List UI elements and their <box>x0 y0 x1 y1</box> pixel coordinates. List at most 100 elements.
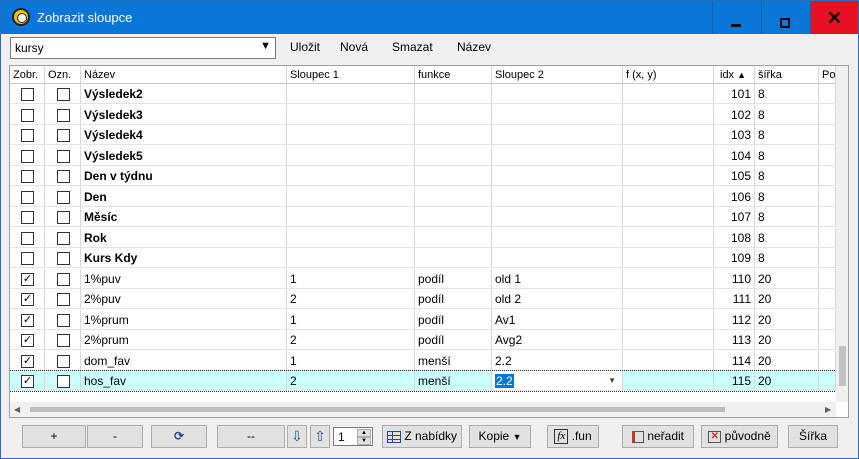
cell-sirka[interactable]: 8 <box>755 166 819 186</box>
cell-idx[interactable]: 112 <box>714 309 755 330</box>
cell-idx[interactable]: 109 <box>714 248 755 268</box>
header-idx[interactable]: idx ▲ <box>714 66 755 84</box>
table-row[interactable]: Měsíc 107 8 <box>10 207 836 227</box>
cell-nazev[interactable]: 2%puv <box>81 289 287 309</box>
cell-s2[interactable] <box>492 145 623 166</box>
stepper-up-icon[interactable]: ▲ <box>357 429 371 437</box>
cell-nazev[interactable]: Měsíc <box>81 207 287 227</box>
cell-zobr[interactable] <box>10 207 45 227</box>
cell-po[interactable] <box>819 330 836 350</box>
minimize-button[interactable] <box>712 1 758 34</box>
header-funkce[interactable]: funkce <box>415 66 492 84</box>
cell-zobr[interactable]: ✓ <box>10 268 45 289</box>
cell-s2[interactable]: Av1 <box>492 309 623 330</box>
cell-fn[interactable]: podíl <box>415 330 492 350</box>
header-sirka[interactable]: šířka <box>755 66 819 84</box>
cell-ozn[interactable] <box>45 145 81 166</box>
cell-po[interactable] <box>819 309 836 330</box>
cell-s1[interactable] <box>287 227 415 248</box>
cell-zobr[interactable] <box>10 248 45 268</box>
cell-idx[interactable]: 114 <box>714 350 755 371</box>
cell-fxy[interactable] <box>623 166 714 186</box>
zobr-checkbox[interactable] <box>21 211 34 224</box>
cell-fxy[interactable] <box>623 125 714 145</box>
zobr-checkbox[interactable] <box>21 129 34 142</box>
header-fxy[interactable]: f (x, y) <box>623 66 714 84</box>
cell-zobr[interactable]: ✓ <box>10 330 45 350</box>
cell-idx[interactable]: 106 <box>714 186 755 207</box>
horizontal-scrollbar[interactable]: ◀ ▶ <box>10 402 836 417</box>
cell-fxy[interactable] <box>623 289 714 309</box>
table-row[interactable]: Výsledek2 101 8 <box>10 84 836 104</box>
cell-fn[interactable] <box>415 227 492 248</box>
cell-fn[interactable] <box>415 104 492 125</box>
cell-s2[interactable] <box>492 186 623 207</box>
cell-po[interactable] <box>819 84 836 104</box>
scroll-right-icon[interactable]: ▶ <box>825 405 831 414</box>
cell-fxy[interactable] <box>623 330 714 350</box>
cell-s2[interactable] <box>492 84 623 104</box>
cell-zobr[interactable] <box>10 186 45 207</box>
cell-s2[interactable]: 2.2 <box>492 350 623 371</box>
cell-s1[interactable]: 1 <box>287 350 415 371</box>
neradit-button[interactable]: neřadit <box>622 425 694 448</box>
cell-s1[interactable]: 1 <box>287 268 415 289</box>
cell-idx[interactable]: 113 <box>714 330 755 350</box>
cell-po[interactable] <box>819 371 836 391</box>
ozn-checkbox[interactable] <box>57 211 70 224</box>
cell-idx[interactable]: 101 <box>714 84 755 104</box>
maximize-button[interactable] <box>761 1 807 34</box>
cell-sirka[interactable]: 20 <box>755 268 819 289</box>
move-down-button[interactable]: ⇩ <box>287 425 307 448</box>
cell-po[interactable] <box>819 350 836 371</box>
header-nazev[interactable]: Název <box>81 66 287 84</box>
zobr-checkbox[interactable] <box>21 190 34 204</box>
table-row[interactable]: ✓ 1%puv 1 podíl old 1 110 20 <box>10 268 836 289</box>
cell-zobr[interactable] <box>10 104 45 125</box>
ozn-checkbox[interactable] <box>57 129 70 142</box>
cell-ozn[interactable] <box>45 371 81 391</box>
cell-s2[interactable]: old 2 <box>492 289 623 309</box>
cell-s1[interactable] <box>287 166 415 186</box>
scroll-left-icon[interactable]: ◀ <box>14 405 20 414</box>
cell-ozn[interactable] <box>45 166 81 186</box>
cell-fxy[interactable] <box>623 371 714 391</box>
ozn-checkbox[interactable] <box>57 313 70 327</box>
cell-sirka[interactable]: 8 <box>755 104 819 125</box>
cell-s1[interactable] <box>287 186 415 207</box>
cell-sirka[interactable]: 8 <box>755 248 819 268</box>
table-row[interactable]: Výsledek4 103 8 <box>10 125 836 145</box>
cell-s1[interactable] <box>287 145 415 166</box>
ozn-checkbox[interactable] <box>57 88 70 101</box>
cell-nazev[interactable]: 1%prum <box>81 309 287 330</box>
vertical-scroll-thumb[interactable] <box>839 346 846 386</box>
table-row[interactable]: Den v týdnu 105 8 <box>10 166 836 186</box>
cell-zobr[interactable] <box>10 145 45 166</box>
cell-idx[interactable]: 105 <box>714 166 755 186</box>
table-row[interactable]: Výsledek3 102 8 <box>10 104 836 125</box>
cell-po[interactable] <box>819 145 836 166</box>
cell-ozn[interactable] <box>45 125 81 145</box>
table-row[interactable]: Den 106 8 <box>10 186 836 207</box>
header-ozn[interactable]: Ozn. <box>45 66 81 84</box>
zobr-checkbox[interactable]: ✓ <box>21 272 34 286</box>
cell-idx[interactable]: 107 <box>714 207 755 227</box>
table-row[interactable]: ✓ dom_fav 1 menší 2.2 114 20 <box>10 350 836 371</box>
cell-po[interactable] <box>819 186 836 207</box>
cell-nazev[interactable]: Rok <box>81 227 287 248</box>
ozn-checkbox[interactable] <box>57 272 70 286</box>
cell-sirka[interactable]: 8 <box>755 125 819 145</box>
zobr-checkbox[interactable] <box>21 231 34 245</box>
cell-sirka[interactable]: 20 <box>755 371 819 391</box>
delete-button[interactable]: Smazat <box>392 40 433 54</box>
header-sloupec2[interactable]: Sloupec 2 <box>492 66 623 84</box>
cell-fn[interactable]: podíl <box>415 309 492 330</box>
ozn-checkbox[interactable] <box>57 108 70 122</box>
zobr-checkbox[interactable]: ✓ <box>21 334 34 347</box>
cell-fn[interactable] <box>415 248 492 268</box>
cell-nazev[interactable]: 1%puv <box>81 268 287 289</box>
zobr-checkbox[interactable] <box>21 108 34 122</box>
cell-fxy[interactable] <box>623 350 714 371</box>
cell-fxy[interactable] <box>623 145 714 166</box>
ozn-checkbox[interactable] <box>57 375 70 388</box>
